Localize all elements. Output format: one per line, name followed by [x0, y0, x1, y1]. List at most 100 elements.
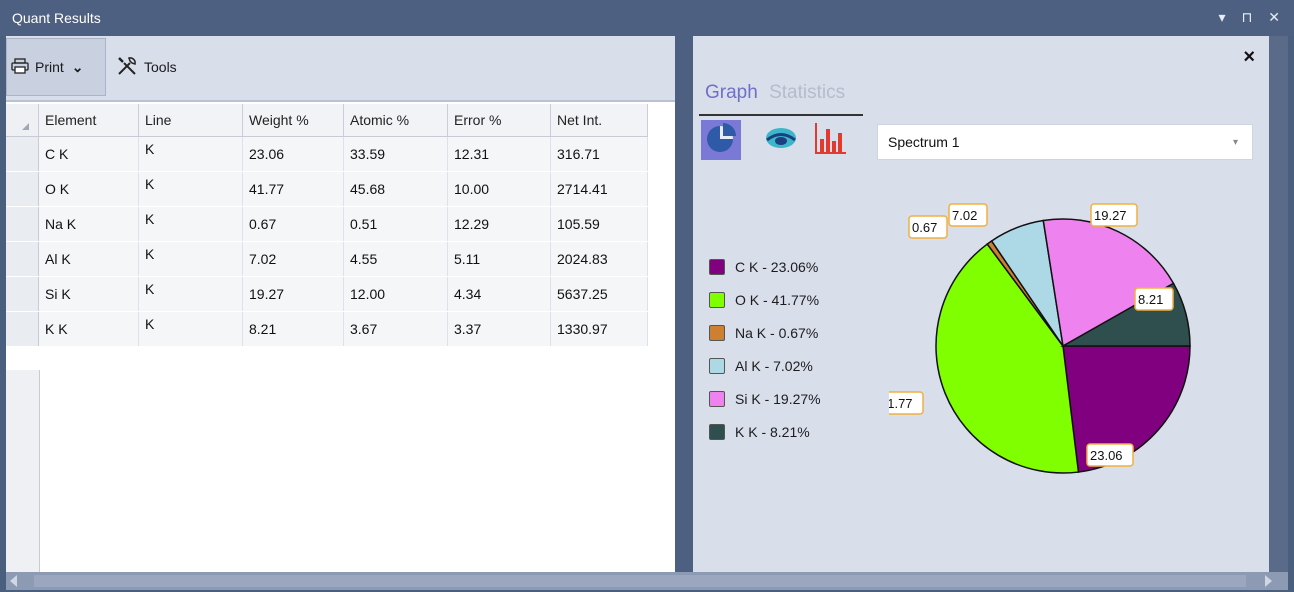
- cell-net-int: 2714.41: [551, 172, 648, 206]
- data-label: 19.27: [1090, 203, 1138, 227]
- row-header[interactable]: [6, 312, 39, 346]
- graph-panel: × Graph Statistics Spectrum 1 ▾ C K - 23…: [693, 36, 1269, 572]
- print-button[interactable]: Print ⌄: [6, 38, 106, 96]
- cell-atomic: 3.67: [344, 312, 448, 346]
- legend-item: O K - 41.77%: [709, 283, 821, 316]
- svg-text:41.77: 41.77: [889, 396, 913, 411]
- column-header-net-int[interactable]: Net Int.: [551, 104, 648, 136]
- cell-atomic: 45.68: [344, 172, 448, 206]
- legend-item: Al K - 7.02%: [709, 349, 821, 382]
- legend-item: Na K - 0.67%: [709, 316, 821, 349]
- cell-element: Si K: [39, 277, 139, 311]
- legend-label: Si K - 19.27%: [735, 390, 821, 407]
- cell-weight: 0.67: [243, 207, 344, 241]
- row-header[interactable]: [6, 207, 39, 241]
- table-row[interactable]: C K K 23.06 33.59 12.31 316.71: [6, 137, 648, 172]
- select-all-corner[interactable]: [6, 104, 39, 136]
- cell-net-int: 316.71: [551, 137, 648, 171]
- tools-label: Tools: [144, 59, 177, 75]
- svg-text:0.67: 0.67: [912, 220, 937, 235]
- close-icon[interactable]: ×: [1243, 46, 1255, 69]
- data-label: 23.06: [1086, 443, 1134, 467]
- tab-graph[interactable]: Graph: [705, 82, 758, 103]
- scroll-right-icon[interactable]: [1265, 575, 1272, 587]
- legend-label: O K - 41.77%: [735, 291, 820, 308]
- row-header[interactable]: [6, 172, 39, 206]
- pie-chart-icon: [704, 121, 738, 160]
- cell-line: K: [139, 312, 243, 346]
- window-controls[interactable]: ▾ ⊓ ✕: [1219, 9, 1286, 26]
- row-header[interactable]: [6, 137, 39, 171]
- tools-button[interactable]: Tools: [112, 38, 177, 96]
- column-header-line[interactable]: Line: [139, 104, 243, 136]
- cell-net-int: 5637.25: [551, 277, 648, 311]
- donut-chart-button[interactable]: [761, 120, 801, 160]
- column-header-element[interactable]: Element: [39, 104, 139, 136]
- cell-line: K: [139, 207, 243, 241]
- chevron-down-icon[interactable]: ▾: [1233, 137, 1238, 148]
- column-header-atomic[interactable]: Atomic %: [344, 104, 448, 136]
- legend-swatch: [709, 423, 725, 440]
- cell-weight: 19.27: [243, 277, 344, 311]
- data-label: 0.67: [908, 215, 948, 239]
- legend-label: C K - 23.06%: [735, 258, 819, 275]
- cell-net-int: 1330.97: [551, 312, 648, 346]
- bar-chart-button[interactable]: [811, 120, 851, 160]
- row-header-gutter: [6, 370, 40, 572]
- legend-swatch: [709, 291, 725, 308]
- table-row[interactable]: K K K 8.21 3.67 3.37 1330.97: [6, 312, 648, 347]
- results-table: Element Line Weight % Atomic % Error % N…: [6, 104, 648, 347]
- legend-swatch: [709, 390, 725, 407]
- tab-underline: [699, 114, 863, 116]
- legend-label: Na K - 0.67%: [735, 324, 819, 341]
- row-header[interactable]: [6, 242, 39, 276]
- results-pane: Print ⌄ Tools Element Line Weight % Atom…: [6, 36, 675, 572]
- cell-line: K: [139, 242, 243, 276]
- cell-line: K: [139, 137, 243, 171]
- cell-error: 12.29: [448, 207, 551, 241]
- cell-error: 12.31: [448, 137, 551, 171]
- cell-atomic: 33.59: [344, 137, 448, 171]
- column-header-weight[interactable]: Weight %: [243, 104, 344, 136]
- horizontal-scrollbar[interactable]: [6, 572, 1288, 590]
- svg-text:19.27: 19.27: [1094, 208, 1127, 223]
- table-row[interactable]: Na K K 0.67 0.51 12.29 105.59: [6, 207, 648, 242]
- chevron-down-icon[interactable]: ⌄: [72, 59, 84, 76]
- cell-element: O K: [39, 172, 139, 206]
- svg-text:23.06: 23.06: [1090, 448, 1123, 463]
- cell-error: 4.34: [448, 277, 551, 311]
- cell-line: K: [139, 277, 243, 311]
- cell-net-int: 105.59: [551, 207, 648, 241]
- cell-error: 3.37: [448, 312, 551, 346]
- data-label: 41.77: [889, 391, 924, 415]
- vertical-scrollbar[interactable]: [1269, 36, 1288, 572]
- panel-tabs: Graph Statistics: [705, 82, 845, 104]
- pane-splitter[interactable]: [675, 36, 693, 572]
- legend-swatch: [709, 258, 725, 275]
- printer-icon: [11, 57, 35, 77]
- scrollbar-thumb[interactable]: [34, 575, 1246, 587]
- spectrum-select[interactable]: Spectrum 1 ▾: [877, 124, 1253, 160]
- legend-item: Si K - 19.27%: [709, 382, 821, 415]
- legend-swatch: [709, 324, 725, 341]
- column-header-error[interactable]: Error %: [448, 104, 551, 136]
- table-row[interactable]: Al K K 7.02 4.55 5.11 2024.83: [6, 242, 648, 277]
- bar-chart-icon: [814, 121, 848, 160]
- cell-atomic: 0.51: [344, 207, 448, 241]
- tab-statistics[interactable]: Statistics: [769, 82, 845, 103]
- cell-line: K: [139, 172, 243, 206]
- table-row[interactable]: Si K K 19.27 12.00 4.34 5637.25: [6, 277, 648, 312]
- cell-element: K K: [39, 312, 139, 346]
- pie-chart: 23.06 41.77 0.67 7.02 19.27 8.21: [889, 203, 1191, 474]
- scroll-left-icon[interactable]: [10, 575, 17, 587]
- print-label: Print: [35, 59, 64, 75]
- spectrum-select-value: Spectrum 1: [888, 134, 960, 150]
- data-label: 7.02: [948, 203, 988, 227]
- cell-error: 10.00: [448, 172, 551, 206]
- cell-atomic: 4.55: [344, 242, 448, 276]
- chart-legend: C K - 23.06% O K - 41.77% Na K - 0.67% A…: [709, 250, 821, 448]
- table-row[interactable]: O K K 41.77 45.68 10.00 2714.41: [6, 172, 648, 207]
- cell-net-int: 2024.83: [551, 242, 648, 276]
- pie-chart-button[interactable]: [701, 120, 741, 160]
- row-header[interactable]: [6, 277, 39, 311]
